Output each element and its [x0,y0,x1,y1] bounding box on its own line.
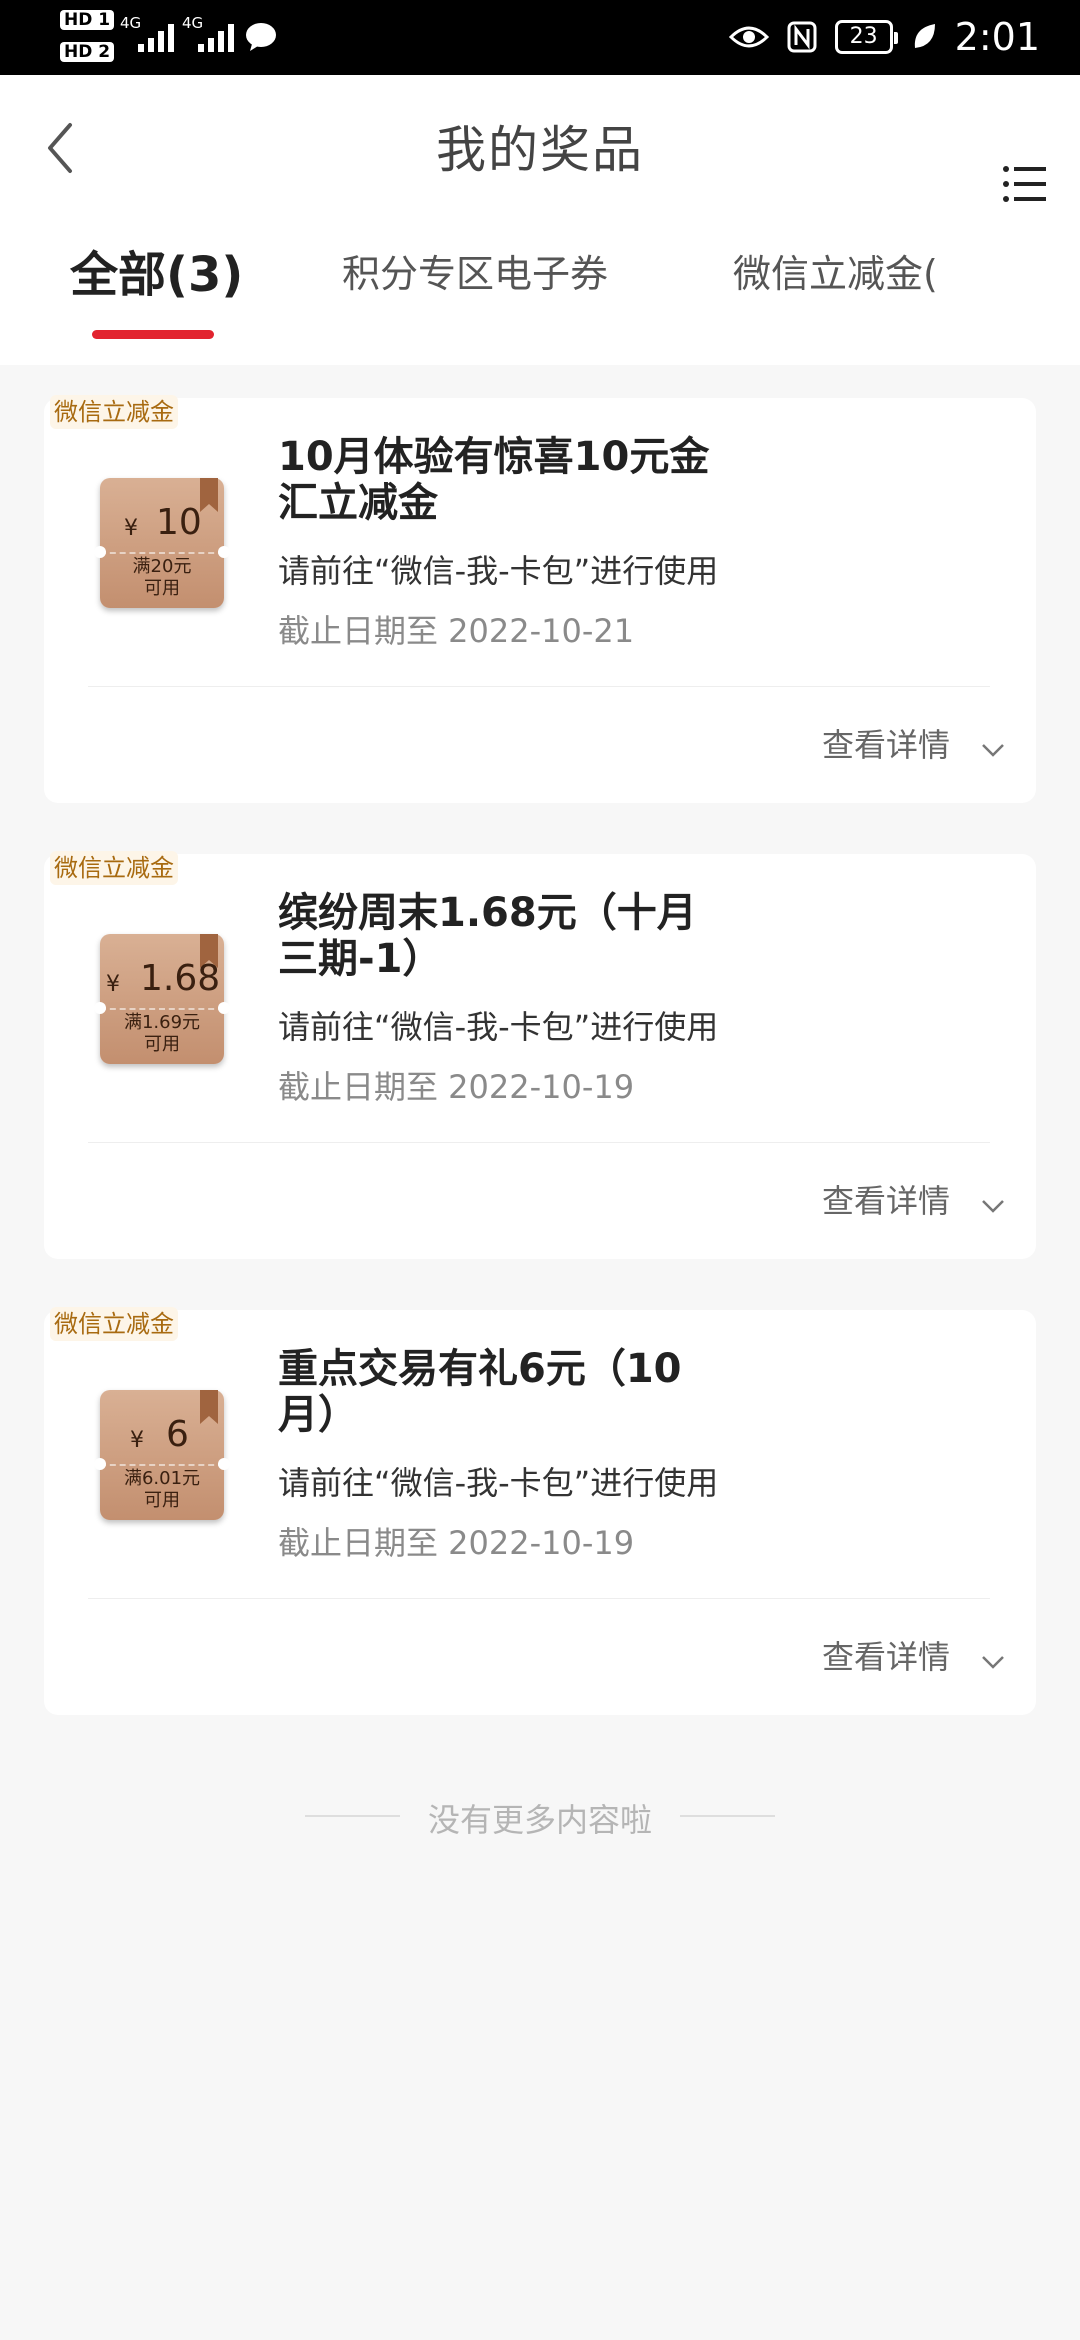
header: 我的奖品 全部(3) 积分专区电子券 微信立减金( [0,75,1080,365]
coupon-condition-line: 满6.01元 [123,1468,201,1489]
prize-title-line: 缤纷周末1.68元（十月 [278,890,697,936]
divider [88,1598,990,1599]
prize-tag: 微信立减金 [50,1307,178,1341]
coupon-ribbon [200,934,218,968]
status-right: 23 2:01 [728,14,1040,60]
list-menu-icon[interactable] [1000,159,1050,209]
hd1-badge: HD 1 [60,10,115,30]
prize-expiry: 截止日期至 2022-10-19 [278,1524,635,1562]
prize-expiry: 截止日期至 2022-10-21 [278,612,635,650]
coupon-icon: ¥ 1.68 满1.69元 可用 [94,934,230,1064]
prize-title: 缤纷周末1.68元（十月 三期-1） [278,890,798,982]
tab-all[interactable]: 全部(3) [70,235,243,345]
prize-tag: 微信立减金 [50,395,178,429]
wechat-notification-icon [246,23,276,51]
prize-title-line: 三期-1） [278,936,443,982]
coupon-amount: 1.68 [140,958,221,999]
coupon-ribbon [200,1390,218,1424]
prize-card[interactable]: 微信立减金 ¥ 6 满6.01元 可用 重点交易有礼6元（10 月） 请前往“微… [44,1307,1036,1715]
status-bar: HD 1 HD 2 4G 4G 23 2:01 [0,0,1080,75]
coupon-condition-line: 可用 [144,1490,180,1511]
coupon-ribbon [200,478,218,512]
tab-bar: 全部(3) 积分专区电子券 微信立减金( [0,235,1080,345]
prize-title-line: 重点交易有礼6元（10 [278,1346,682,1392]
prize-title-line: 10月体验有惊喜10元金 [278,434,710,480]
coupon-condition-line: 可用 [144,1034,180,1055]
page-title: 我的奖品 [436,121,644,179]
end-of-list-note: 没有更多内容啦 [427,1801,652,1839]
leaf-icon [914,24,935,48]
battery-icon: 23 [834,20,898,54]
chevron-down-icon[interactable] [980,740,1006,760]
prize-card[interactable]: 微信立减金 ¥ 1.68 满1.69元 可用 缤纷周末1.68元（十月 三期-1… [44,851,1036,1259]
coupon-condition-line: 满20元 [132,556,192,577]
prize-tag: 微信立减金 [50,851,178,885]
prize-title-line: 月） [278,1392,358,1438]
coupon-divider [100,1008,224,1010]
hd2-badge: HD 2 [60,42,115,62]
prize-expiry: 截止日期至 2022-10-19 [278,1068,635,1106]
prize-card[interactable]: 微信立减金 ¥ 10 满20元 可用 10月体验有惊喜10元金 汇立减金 请前往… [44,395,1036,803]
prize-instruction: 请前往“微信-我-卡包”进行使用 [278,1464,719,1502]
eye-icon [728,26,769,48]
prizes-page: HD 1 HD 2 4G 4G 23 2:01 我的奖品 全部(3) 积分专区电… [0,0,1080,2340]
tab-wechat-discount[interactable]: 微信立减金( [733,243,938,353]
chevron-down-icon[interactable] [980,1652,1006,1672]
coupon-condition-line: 可用 [144,578,180,599]
clock: 2:01 [954,15,1040,59]
prize-title: 10月体验有惊喜10元金 汇立减金 [278,434,798,526]
nfc-icon [787,21,817,53]
coupon-amount: 10 [156,502,202,543]
coupon-condition: 满20元 可用 [100,556,224,600]
coupon-divider [100,552,224,554]
coupon-icon: ¥ 6 满6.01元 可用 [94,1390,230,1520]
prize-title: 重点交易有礼6元（10 月） [278,1346,798,1438]
coupon-currency: ¥ [106,972,120,997]
prize-instruction: 请前往“微信-我-卡包”进行使用 [278,1008,719,1046]
coupon-condition-line: 满1.69元 [123,1012,201,1033]
coupon-currency: ¥ [130,1428,144,1453]
active-tab-indicator [92,330,214,339]
view-details-link[interactable]: 查看详情 [822,1632,950,1678]
coupon-currency: ¥ [124,516,138,541]
view-details-link[interactable]: 查看详情 [822,720,950,766]
chevron-down-icon[interactable] [980,1196,1006,1216]
coupon-amount: 6 [166,1414,189,1455]
footer-divider-right [680,1815,775,1817]
coupon-divider [100,1464,224,1466]
divider [88,1142,990,1143]
coupon-condition: 满6.01元 可用 [100,1468,224,1512]
tab-points-coupons[interactable]: 积分专区电子券 [342,243,608,353]
view-details-link[interactable]: 查看详情 [822,1176,950,1222]
prize-title-line: 汇立减金 [278,480,438,526]
coupon-condition: 满1.69元 可用 [100,1012,224,1056]
divider [88,686,990,687]
coupon-icon: ¥ 10 满20元 可用 [94,478,230,608]
prize-instruction: 请前往“微信-我-卡包”进行使用 [278,552,719,590]
